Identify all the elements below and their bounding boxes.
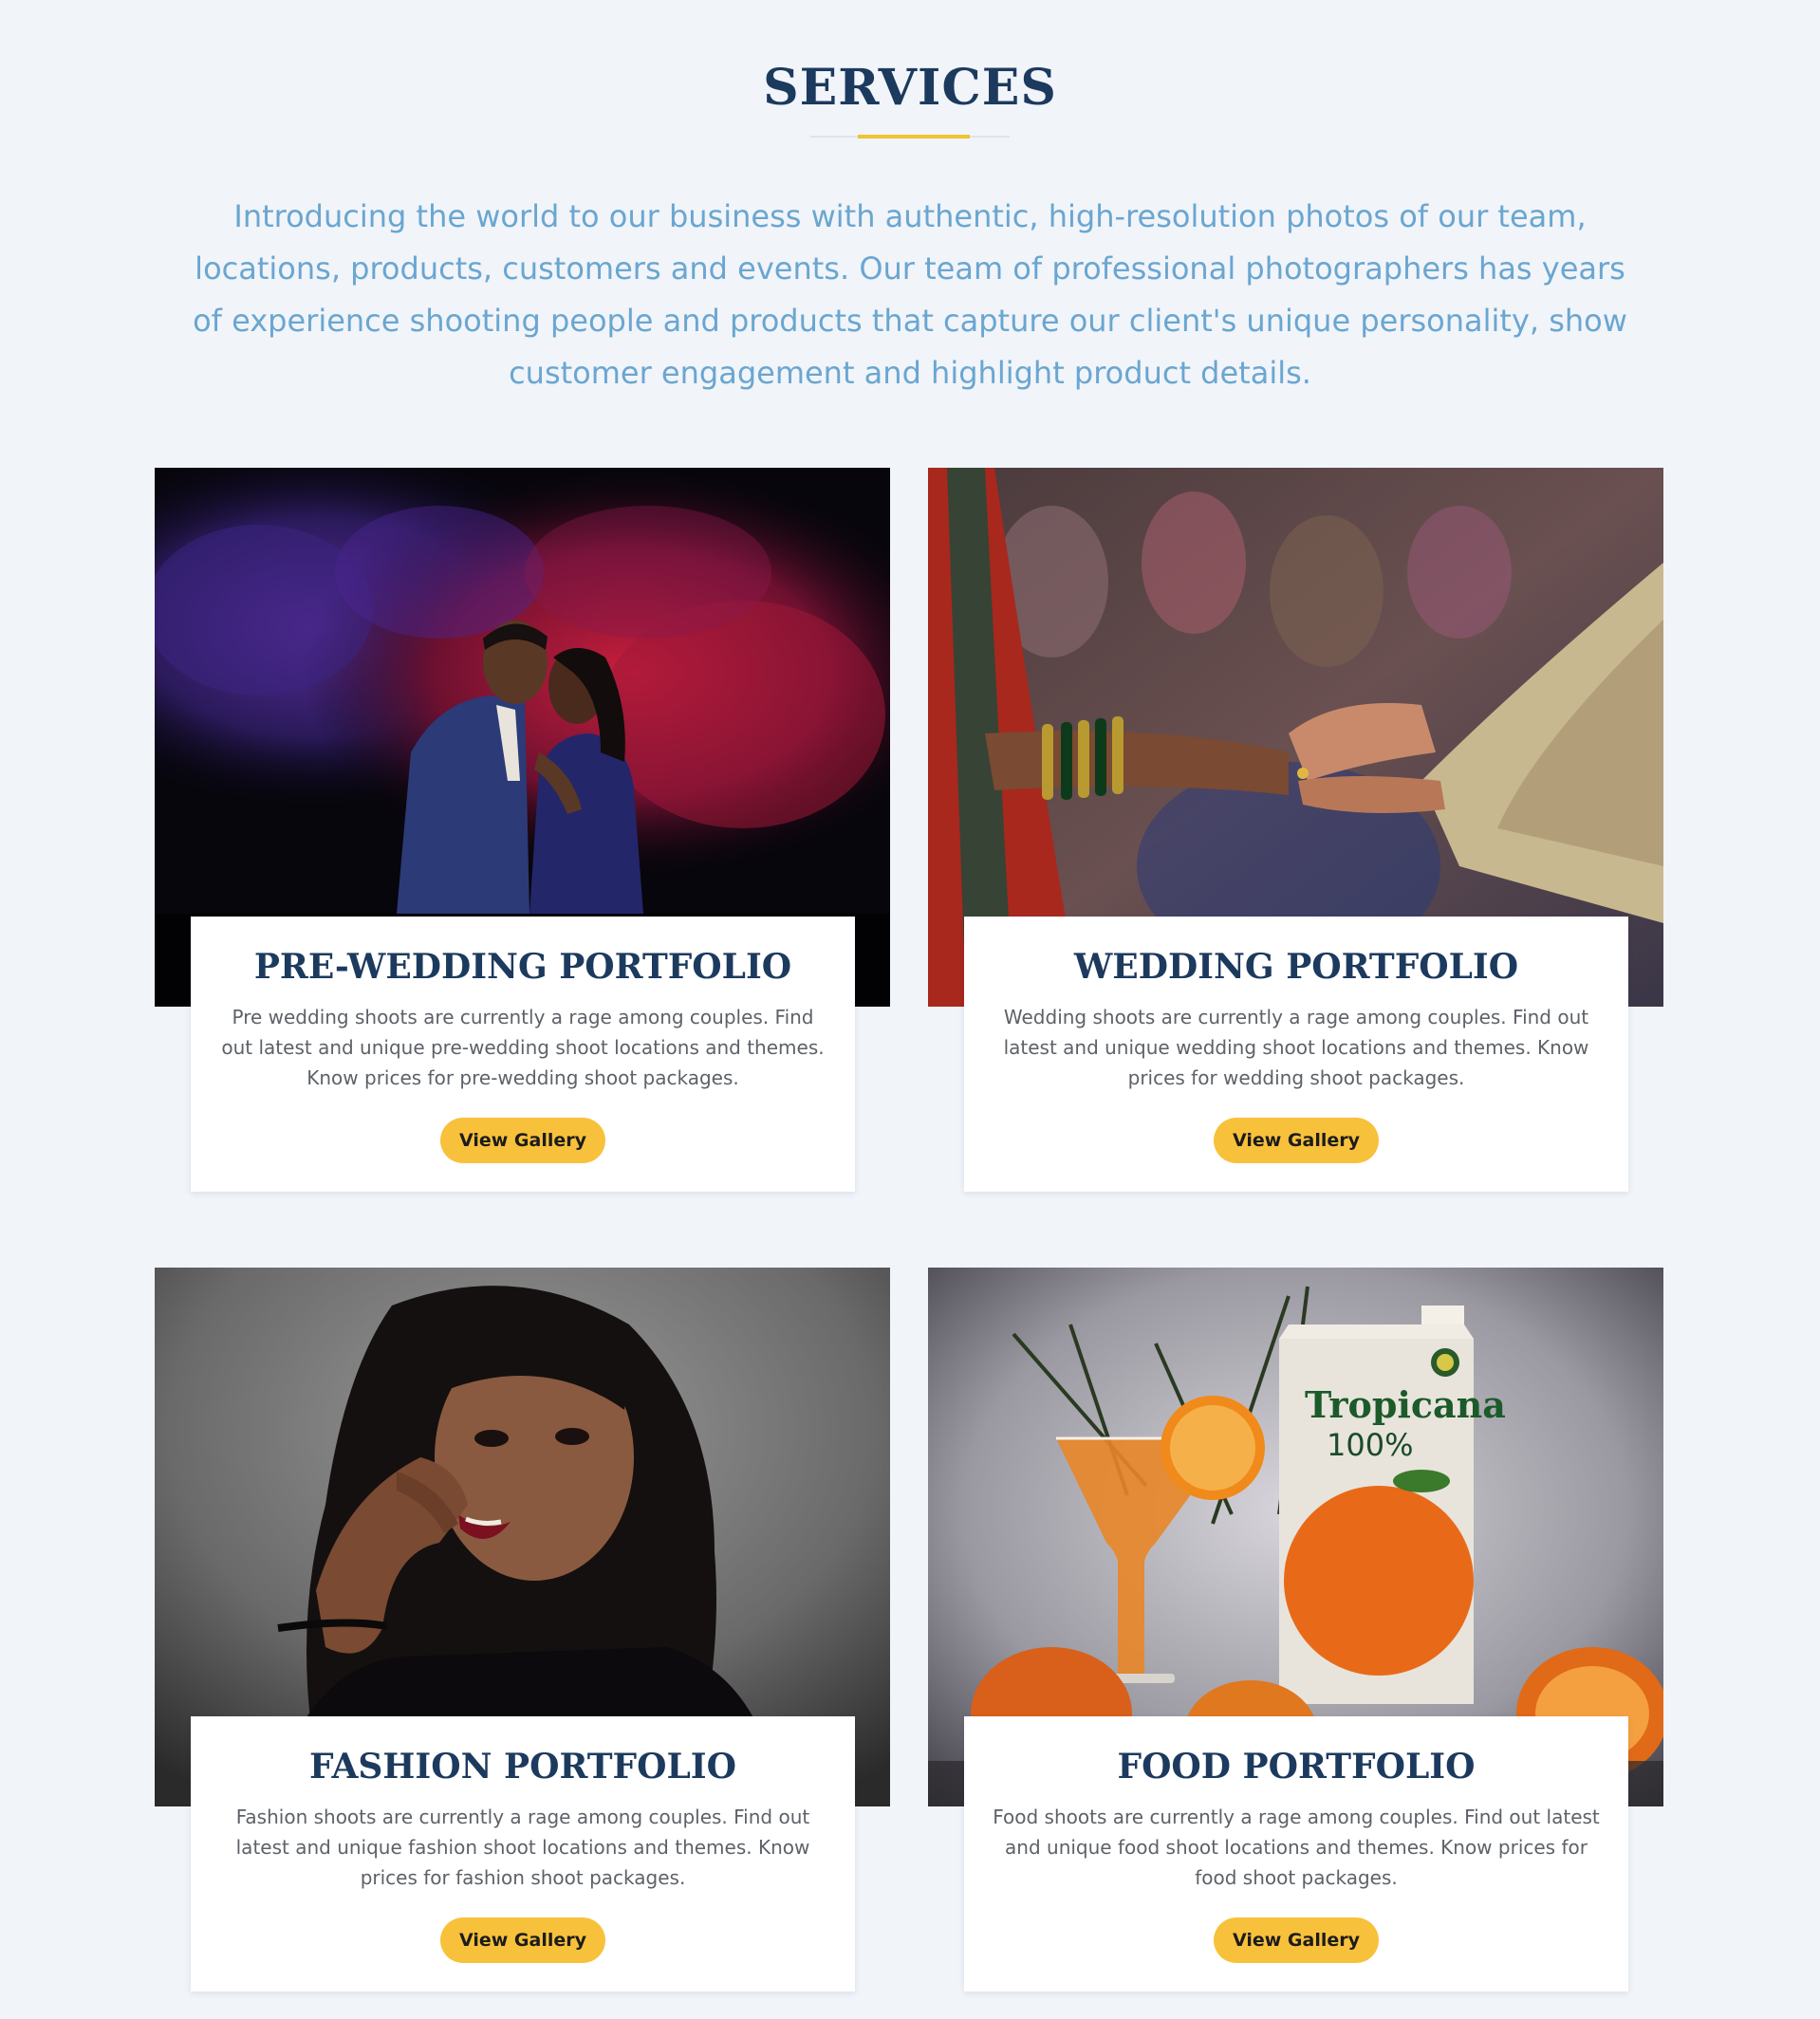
services-page: SERVICES Introducing the world to our bu… — [0, 0, 1820, 2019]
section-intro: Introducing the world to our business wi… — [193, 198, 1627, 391]
card-title: WEDDING PORTFOLIO — [1073, 947, 1519, 987]
card-description: Fashion shoots are currently a rage amon… — [235, 1806, 810, 1889]
carton-badge-text: 100% — [1327, 1427, 1413, 1463]
portfolio-card-pre-wedding: PRE-WEDDING PORTFOLIO Pre wedding shoots… — [155, 468, 890, 1217]
title-accent-bar — [858, 135, 970, 139]
section-title: SERVICES — [763, 59, 1057, 117]
card-content: PRE-WEDDING PORTFOLIO Pre wedding shoots… — [191, 917, 855, 1192]
view-gallery-button[interactable]: View Gallery — [1214, 1118, 1379, 1163]
portfolio-card-food: Tropicana 100% FOOD PORTFOLIO Food shoot… — [928, 1268, 1663, 2017]
view-gallery-button[interactable]: View Gallery — [1214, 1917, 1379, 1963]
card-title: FOOD PORTFOLIO — [1117, 1747, 1476, 1787]
view-gallery-button[interactable]: View Gallery — [440, 1917, 605, 1963]
card-title: PRE-WEDDING PORTFOLIO — [253, 947, 792, 987]
card-description: Pre wedding shoots are currently a rage … — [221, 1006, 825, 1089]
portfolio-card-fashion: FASHION PORTFOLIO Fashion shoots are cur… — [155, 1268, 890, 2017]
card-content: FASHION PORTFOLIO Fashion shoots are cur… — [191, 1716, 855, 1991]
card-description: Wedding shoots are currently a rage amon… — [1003, 1006, 1589, 1089]
portfolio-card-wedding: WEDDING PORTFOLIO Wedding shoots are cur… — [928, 468, 1663, 1217]
view-gallery-button[interactable]: View Gallery — [440, 1118, 605, 1163]
card-description: Food shoots are currently a rage among c… — [993, 1806, 1600, 1889]
card-content: WEDDING PORTFOLIO Wedding shoots are cur… — [964, 917, 1628, 1192]
carton-brand-text: Tropicana — [1305, 1383, 1506, 1426]
card-title: FASHION PORTFOLIO — [309, 1747, 736, 1787]
card-content: FOOD PORTFOLIO Food shoots are currently… — [964, 1716, 1628, 1991]
